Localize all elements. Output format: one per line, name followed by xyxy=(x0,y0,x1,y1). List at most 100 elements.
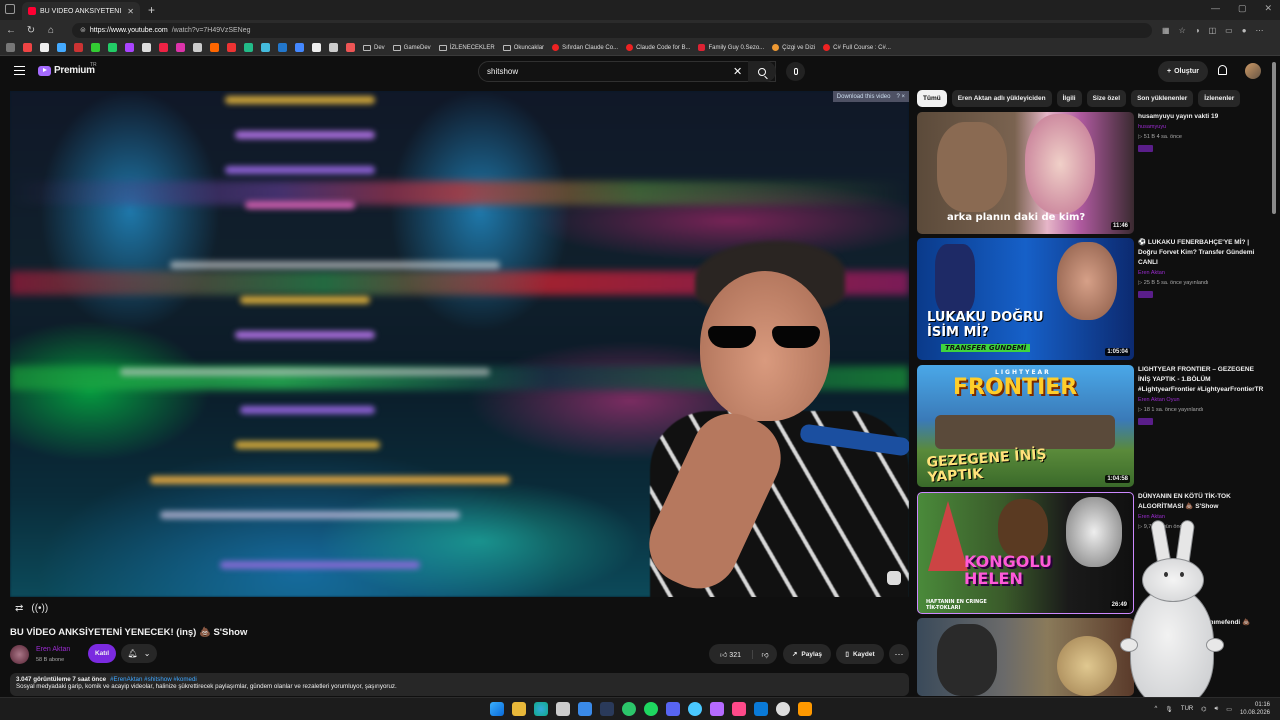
youtube-logo[interactable]: Premium TR xyxy=(38,62,97,76)
profile-icon[interactable]: ● xyxy=(1242,26,1247,35)
channel-avatar[interactable] xyxy=(10,645,29,664)
vscode-icon[interactable] xyxy=(754,702,768,716)
chip-for-you[interactable]: Size özel xyxy=(1086,90,1127,107)
search-input[interactable]: shitshow xyxy=(478,61,776,82)
voice-search-button[interactable] xyxy=(786,62,805,81)
favorite-icon[interactable]: ☆ xyxy=(1179,26,1186,35)
channel-name[interactable]: Eren Aktan xyxy=(36,646,70,653)
menu-icon[interactable]: ⋯ xyxy=(1256,26,1264,35)
app-icon[interactable] xyxy=(688,702,702,716)
video-player[interactable]: Download this video ? × xyxy=(10,91,909,597)
back-icon[interactable]: ← xyxy=(6,25,16,36)
app-icon[interactable] xyxy=(776,702,790,716)
chip-related[interactable]: İlgili xyxy=(1056,90,1082,107)
discord-icon[interactable] xyxy=(666,702,680,716)
loop-icon[interactable]: ⇄ xyxy=(15,603,23,614)
telegram-icon[interactable] xyxy=(578,702,592,716)
chip-from-uploader[interactable]: Eren Aktan adlı yükleyiciden xyxy=(951,90,1052,107)
bookmark-folder[interactable]: Okuncaklar xyxy=(502,44,544,51)
maximize-button[interactable]: ▢ xyxy=(1238,3,1247,14)
bookmark-icon[interactable] xyxy=(23,43,32,52)
app-icon[interactable] xyxy=(732,702,746,716)
download-video-badge[interactable]: Download this video ? × xyxy=(832,91,909,102)
gmail-icon[interactable] xyxy=(74,43,83,52)
menu-icon[interactable] xyxy=(14,66,25,75)
minimize-button[interactable]: — xyxy=(1211,3,1220,14)
system-clock[interactable]: 01:16 10.08.2026 xyxy=(1240,701,1270,717)
network-icon[interactable]: ⌬ xyxy=(1201,706,1206,713)
start-icon[interactable] xyxy=(490,702,504,716)
bookmark-icon[interactable] xyxy=(312,43,321,52)
instagram-icon[interactable] xyxy=(176,43,185,52)
tab-actions-icon[interactable] xyxy=(5,4,15,14)
video-thumbnail[interactable]: LUKAKU DOĞRU İSİM Mİ? TRANSFER GÜNDEMİ 1… xyxy=(917,238,1134,360)
video-thumbnail[interactable]: KONGOLU HELEN HAFTANIN EN CRINGE TİK-TOK… xyxy=(917,492,1134,614)
language-indicator[interactable]: TUR xyxy=(1181,706,1193,712)
sidebar-scrollbar[interactable] xyxy=(1272,62,1276,214)
save-button[interactable]: ▯ Kaydet xyxy=(836,644,884,664)
share-button[interactable]: ↗ Paylaş xyxy=(783,644,831,664)
bookmark-icon[interactable] xyxy=(91,43,100,52)
bookmark-icon[interactable] xyxy=(227,43,236,52)
bookmark-folder[interactable]: İZLENECEKLER xyxy=(438,44,495,51)
chip-recently-uploaded[interactable]: Son yüklenenler xyxy=(1131,90,1194,107)
broadcast-icon[interactable]: ((•)) xyxy=(31,603,48,614)
url-field[interactable]: ⊜ https://www.youtube.com/watch?v=7H49Vz… xyxy=(72,22,1152,38)
recommendation-channel[interactable]: husamyuyu xyxy=(1138,124,1166,130)
video-thumbnail[interactable]: LIGHTYEAR FRONTIER GEZEGENE İNİŞ YAPTIK … xyxy=(917,365,1134,487)
create-button[interactable]: + Oluştur xyxy=(1158,61,1208,82)
extensions-icon[interactable]: ▦ xyxy=(1162,26,1170,35)
tray-mic-icon[interactable]: 🎙︎ xyxy=(1165,706,1173,713)
twitch-icon[interactable] xyxy=(125,43,134,52)
home-icon[interactable]: ⌂ xyxy=(46,25,56,36)
more-actions-button[interactable]: ⋯ xyxy=(889,644,909,664)
bookmark-icon[interactable] xyxy=(261,43,270,52)
bookmark-link[interactable]: Claude Code for B... xyxy=(626,44,690,51)
edge-icon[interactable] xyxy=(534,702,548,716)
recommendation-item[interactable]: LUKAKU DOĞRU İSİM Mİ? TRANSFER GÜNDEMİ 1… xyxy=(917,238,1267,360)
join-button[interactable]: Katıl xyxy=(88,644,116,663)
linkedin-icon[interactable] xyxy=(278,43,287,52)
bookmark-icon[interactable] xyxy=(40,43,49,52)
recommendation-channel[interactable]: Eren Aktan Oyun xyxy=(1138,397,1180,403)
like-button[interactable]: 👍︎ 321 xyxy=(709,649,753,659)
video-thumbnail[interactable] xyxy=(917,618,1134,696)
bookmark-icon[interactable] xyxy=(346,43,355,52)
video-thumbnail[interactable]: arka planın daki de kim? 11:46 xyxy=(917,112,1134,234)
youtube-icon[interactable] xyxy=(159,43,168,52)
app-icon[interactable] xyxy=(556,702,570,716)
bookmark-link[interactable]: C# Full Course : C#... xyxy=(823,44,891,51)
file-explorer-icon[interactable] xyxy=(512,702,526,716)
browser-tab[interactable]: BU VİDEO ANKSİYETENİ YENECEK! (i ✕ xyxy=(22,2,140,20)
dislike-button[interactable]: 👎︎ xyxy=(753,650,777,659)
collections-icon[interactable]: ▭ xyxy=(1225,26,1233,35)
bookmark-link[interactable]: Family Guy 0.Sezo... xyxy=(698,44,764,51)
new-tab-button[interactable]: + xyxy=(148,3,155,17)
split-screen-icon[interactable]: ◫ xyxy=(1209,26,1217,35)
app-icon[interactable] xyxy=(798,702,812,716)
hashtags[interactable]: #ErenAktan #shitshow #komedi xyxy=(110,676,197,683)
recommendation-channel[interactable]: Eren Aktan xyxy=(1138,270,1165,276)
clear-search-icon[interactable]: ✕ xyxy=(733,65,742,78)
github-icon[interactable] xyxy=(193,43,202,52)
spotify-icon[interactable] xyxy=(644,702,658,716)
recommendation-item[interactable]: LIGHTYEAR FRONTIER GEZEGENE İNİŞ YAPTIK … xyxy=(917,365,1267,487)
sync-icon[interactable]: ◑ xyxy=(1195,26,1200,35)
site-info-icon[interactable]: ⊜ xyxy=(80,26,86,34)
video-description[interactable]: 3.047 görüntüleme 7 saat önce #ErenAktan … xyxy=(10,673,909,696)
bookmark-icon[interactable] xyxy=(295,43,304,52)
bookmark-icon[interactable] xyxy=(244,43,253,52)
bookmark-link[interactable]: Çizgi ve Dizi xyxy=(772,44,815,51)
bookmark-link[interactable]: Sıfırdan Claude Co... xyxy=(552,44,618,51)
refresh-icon[interactable]: ↻ xyxy=(26,25,36,36)
chip-all[interactable]: Tümü xyxy=(917,90,947,107)
tray-chevron-icon[interactable]: ^ xyxy=(1154,706,1157,712)
x-icon[interactable] xyxy=(142,43,151,52)
avatar[interactable] xyxy=(1245,63,1261,79)
volume-icon[interactable]: 🔊︎ xyxy=(1215,706,1219,713)
recommendation-item[interactable]: arka planın daki de kim? 11:46 husamyuyu… xyxy=(917,112,1267,234)
notifications-icon[interactable] xyxy=(1218,65,1227,75)
bookmark-icon[interactable] xyxy=(108,43,117,52)
bookmark-icon[interactable] xyxy=(210,43,219,52)
bookmark-folder[interactable]: Dev xyxy=(363,44,385,51)
